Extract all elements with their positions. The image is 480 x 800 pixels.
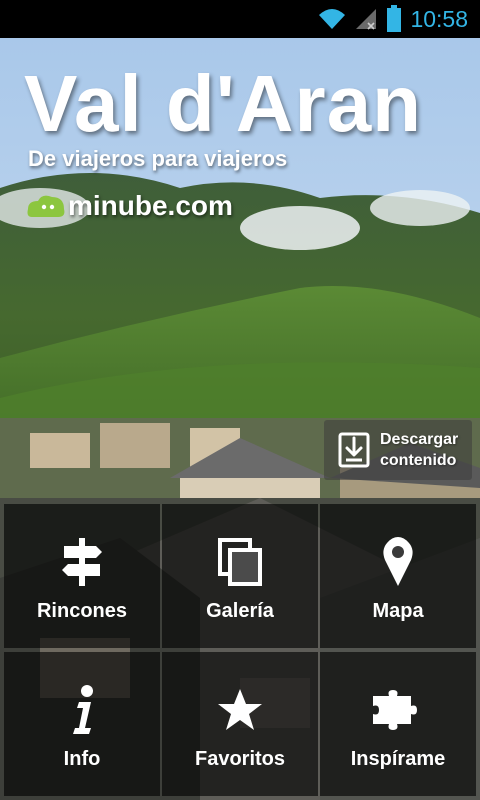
app-title: Val d'Aran bbox=[24, 59, 423, 148]
download-content-button[interactable]: Descargar contenido bbox=[324, 420, 472, 480]
wifi-icon bbox=[319, 9, 346, 29]
status-icons: 10:58 bbox=[318, 4, 468, 34]
menu-item-galeria[interactable]: Galería bbox=[162, 504, 318, 648]
status-time: 10:58 bbox=[410, 5, 468, 32]
brand-text: minube.com bbox=[68, 190, 233, 221]
download-label: Descargar contenido bbox=[380, 431, 459, 469]
status-bar: 10:58 bbox=[0, 0, 480, 38]
menu-item-favoritos[interactable]: Favoritos bbox=[162, 652, 318, 796]
signal-icon bbox=[356, 9, 377, 30]
minube-logo-icon bbox=[27, 195, 65, 217]
map-pin-icon bbox=[368, 536, 428, 588]
brand-logo[interactable]: minube.com bbox=[26, 190, 233, 222]
menu-item-inspirame[interactable]: Inspírame bbox=[320, 652, 476, 796]
signpost-icon bbox=[52, 536, 112, 588]
subtitle: De viajeros para viajeros bbox=[28, 146, 288, 171]
menu-item-label: Inspírame bbox=[350, 748, 446, 770]
menu-grid: Rincones Galería Mapa Info Favoritos Ins… bbox=[0, 500, 480, 800]
menu-item-label: Galería bbox=[206, 600, 274, 622]
menu-item-label: Rincones bbox=[36, 600, 128, 622]
info-icon bbox=[52, 684, 112, 736]
menu-item-label: Favoritos bbox=[194, 748, 286, 770]
menu-item-rincones[interactable]: Rincones bbox=[4, 504, 160, 648]
menu-item-mapa[interactable]: Mapa bbox=[320, 504, 476, 648]
download-icon bbox=[338, 432, 370, 468]
puzzle-icon bbox=[368, 684, 428, 736]
menu-item-label: Info bbox=[63, 748, 101, 770]
star-icon bbox=[210, 684, 270, 736]
battery-icon bbox=[387, 5, 402, 32]
gallery-icon bbox=[210, 536, 270, 588]
menu-item-info[interactable]: Info bbox=[4, 652, 160, 796]
menu-item-label: Mapa bbox=[372, 600, 424, 622]
